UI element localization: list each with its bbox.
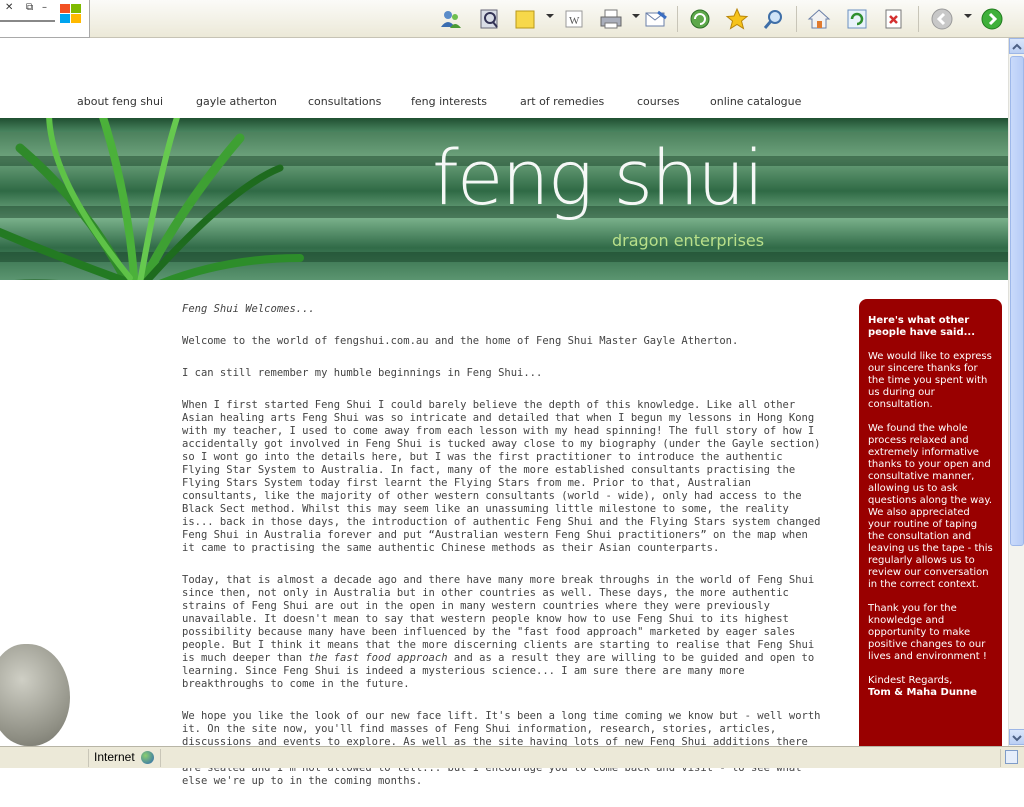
main-content: Feng Shui Welcomes... Welcome to the wor… xyxy=(182,303,822,807)
back-dropdown-icon[interactable] xyxy=(964,14,972,18)
pebble-image xyxy=(0,644,70,746)
browser-toolbar: ✕ ⧉ – W xyxy=(0,0,1024,38)
stop-icon[interactable] xyxy=(881,6,907,32)
nav-gayle-atherton[interactable]: gayle atherton xyxy=(196,95,277,108)
content-paragraph: Welcome to the world of fengshui.com.au … xyxy=(182,335,739,347)
bamboo-leaves-image xyxy=(0,118,304,280)
mail-icon[interactable] xyxy=(643,6,669,32)
back-icon[interactable] xyxy=(929,6,955,32)
header-banner: feng shui dragon enterprises xyxy=(0,118,1008,280)
content-emphasis: the fast food approach xyxy=(308,652,448,664)
windows-logo-icon xyxy=(60,4,82,24)
research-icon[interactable] xyxy=(476,6,502,32)
scroll-down-arrow-icon[interactable] xyxy=(1009,729,1024,745)
page-icon xyxy=(1005,750,1018,764)
refresh-history-icon[interactable] xyxy=(687,6,713,32)
nav-about-feng-shui[interactable]: about feng shui xyxy=(77,95,163,108)
testimonial-author: Tom & Maha Dunne xyxy=(868,687,977,698)
nav-courses[interactable]: courses xyxy=(637,95,680,108)
svg-text:W: W xyxy=(569,15,580,27)
home-icon[interactable] xyxy=(806,6,832,32)
content-paragraph: Today, that is almost a decade ago and t… xyxy=(182,574,822,691)
vertical-scrollbar[interactable] xyxy=(1008,38,1024,746)
banner-subtitle: dragon enterprises xyxy=(612,231,765,250)
testimonial-panel: Here's what other people have said... We… xyxy=(859,299,1002,759)
welcome-heading: Feng Shui Welcomes... xyxy=(182,303,315,315)
print-dropdown-icon[interactable] xyxy=(632,14,640,18)
content-paragraph: When I first started Feng Shui I could b… xyxy=(182,399,821,554)
minimize-window-button[interactable]: – xyxy=(42,2,47,13)
forward-icon[interactable] xyxy=(979,6,1005,32)
security-zone-label: Internet xyxy=(94,750,135,764)
note-icon[interactable] xyxy=(512,6,538,32)
note-dropdown-icon[interactable] xyxy=(546,14,554,18)
testimonial-title: Here's what other people have said... xyxy=(868,315,975,338)
restore-window-button[interactable]: ⧉ xyxy=(26,2,33,13)
testimonial-text: We would like to express our sincere tha… xyxy=(868,351,992,410)
testimonial-text: Thank you for the knowledge and opportun… xyxy=(868,603,987,662)
search-icon[interactable] xyxy=(761,6,787,32)
content-text: Today, that is almost a decade ago and t… xyxy=(182,574,815,664)
nav-online-catalogue[interactable]: online catalogue xyxy=(710,95,801,108)
globe-icon xyxy=(141,751,154,764)
print-icon[interactable] xyxy=(598,6,624,32)
close-window-button[interactable]: ✕ xyxy=(5,2,13,13)
scroll-up-arrow-icon[interactable] xyxy=(1009,38,1024,54)
status-bar: Internet xyxy=(0,746,1024,768)
word-icon[interactable]: W xyxy=(561,6,587,32)
content-paragraph: I can still remember my humble beginning… xyxy=(182,367,543,379)
refresh-icon[interactable] xyxy=(844,6,870,32)
banner-title: feng shui xyxy=(432,133,764,222)
scroll-thumb[interactable] xyxy=(1010,56,1024,546)
nav-feng-interests[interactable]: feng interests xyxy=(411,95,487,108)
testimonial-text: We found the whole process relaxed and e… xyxy=(868,423,993,590)
testimonial-signoff: Kindest Regards, xyxy=(868,675,953,686)
nav-art-of-remedies[interactable]: art of remedies xyxy=(520,95,604,108)
site-navigation: about feng shui gayle atherton consultat… xyxy=(0,94,1008,114)
contacts-icon[interactable] xyxy=(438,6,464,32)
window-controls: ✕ ⧉ – xyxy=(0,0,90,38)
nav-consultations[interactable]: consultations xyxy=(308,95,381,108)
favorites-star-icon[interactable] xyxy=(724,6,750,32)
